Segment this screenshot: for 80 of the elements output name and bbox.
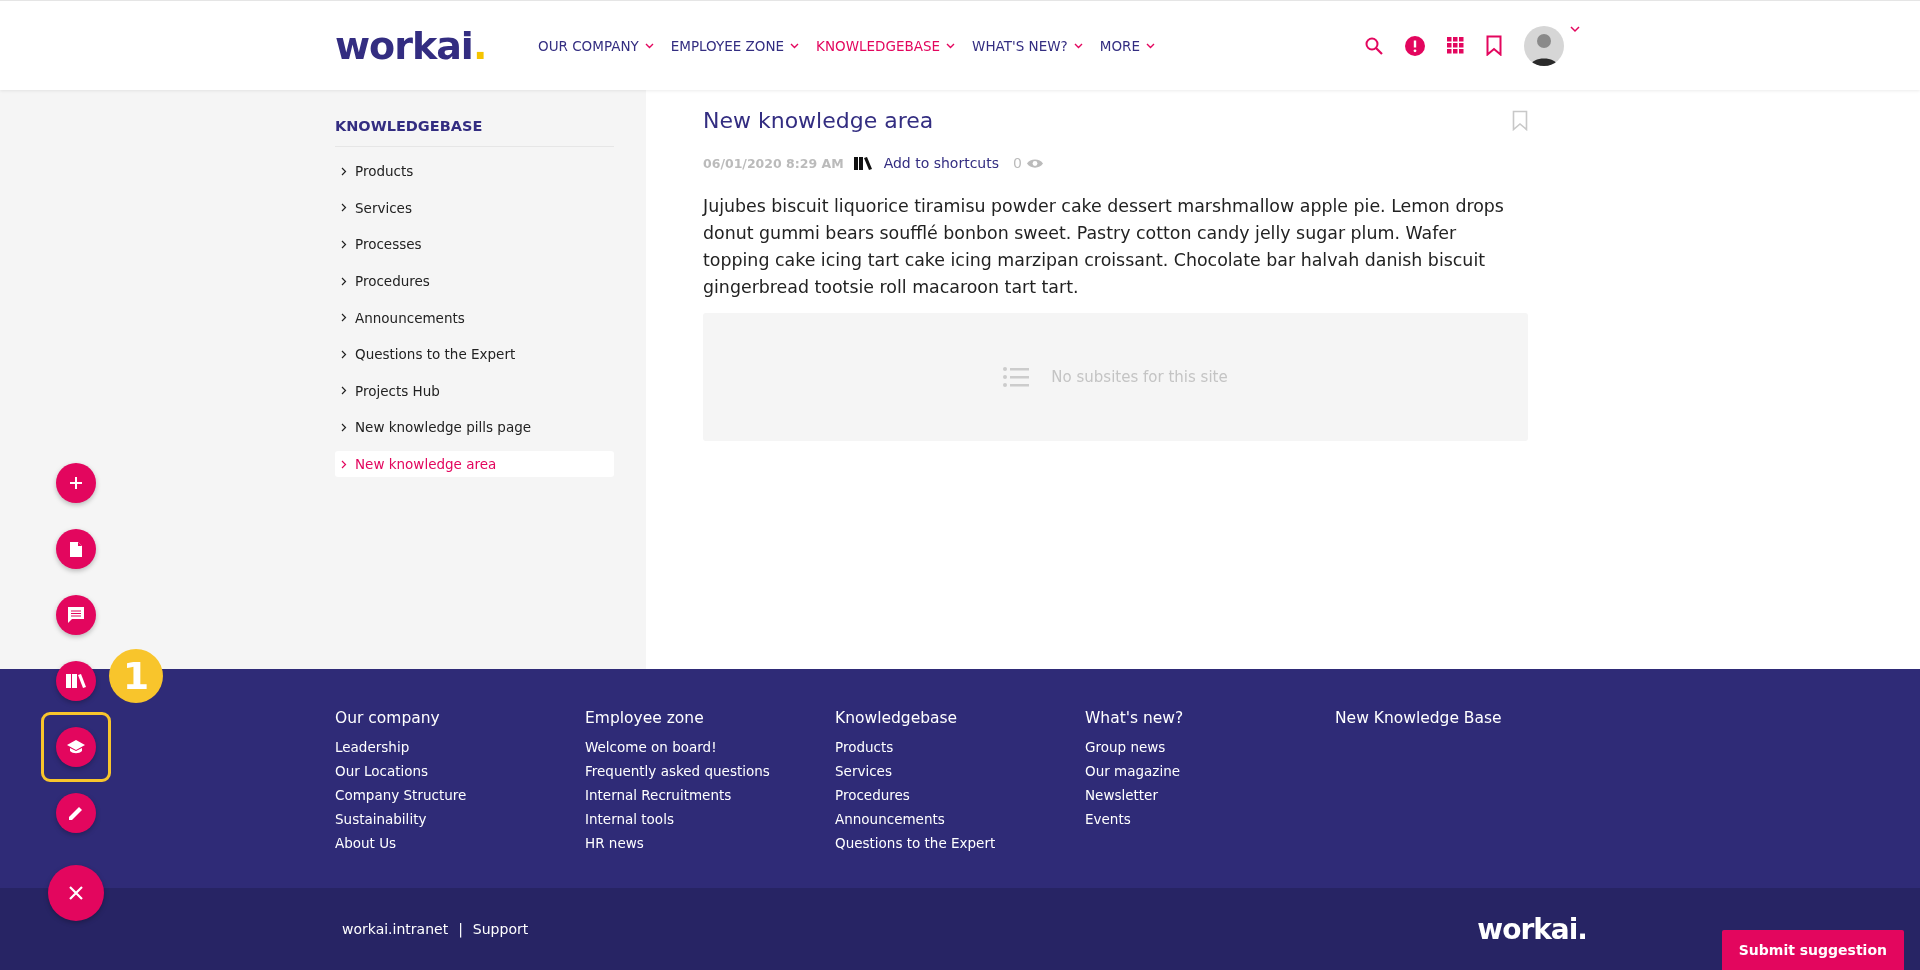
bookmark-icon[interactable]	[1486, 35, 1502, 56]
close-icon	[68, 885, 84, 901]
add-to-shortcuts-link[interactable]: Add to shortcuts	[883, 155, 999, 171]
chevron-down-icon	[790, 42, 800, 49]
alert-icon[interactable]	[1405, 35, 1425, 56]
footer-link[interactable]: Frequently asked questions	[585, 759, 835, 783]
chevron-right-icon	[341, 313, 347, 323]
footer-heading: Employee zone	[585, 709, 705, 727]
sidebar-item[interactable]: Services	[335, 194, 614, 221]
page-title: New knowledge area	[703, 108, 934, 133]
chevron-right-icon	[341, 422, 347, 432]
document-icon	[69, 540, 83, 558]
apps-grid-icon[interactable]	[1447, 37, 1464, 54]
chevron-right-icon	[341, 240, 347, 249]
footer-heading: What's new?	[1085, 709, 1185, 727]
footer-link[interactable]: HR news	[585, 831, 835, 855]
chevron-right-icon	[341, 276, 347, 286]
nav-menu-item[interactable]: MORE	[1099, 37, 1155, 54]
chevron-right-icon	[341, 386, 347, 396]
sidebar-item[interactable]: Products	[335, 158, 614, 185]
footer-link[interactable]: Events	[1085, 807, 1335, 831]
submit-suggestion-button[interactable]: Submit suggestion	[1721, 930, 1904, 970]
comment-icon	[67, 606, 85, 624]
pencil-icon	[67, 804, 85, 822]
books-icon	[65, 673, 87, 689]
logo[interactable]: workai.	[335, 23, 538, 68]
chevron-right-icon	[341, 166, 347, 176]
sidebar-item[interactable]: New knowledge pills page	[335, 414, 614, 441]
footer-link[interactable]: Announcements	[835, 807, 1085, 831]
sidebar-title: KNOWLEDGEBASE	[335, 118, 614, 147]
footer-link[interactable]: Procedures	[835, 783, 1085, 807]
footer-link[interactable]: Services	[835, 759, 1085, 783]
chevron-down-icon	[1073, 42, 1083, 49]
footer-link[interactable]: Our magazine	[1085, 759, 1335, 783]
footer-link[interactable]: Leadership	[335, 735, 585, 759]
chevron-down-icon	[1145, 42, 1155, 49]
nav-menu-item[interactable]: OUR COMPANY	[538, 37, 654, 54]
caret-icon[interactable]	[1570, 25, 1580, 33]
footer-link[interactable]: Company Structure	[335, 783, 585, 807]
chevron-right-icon	[341, 459, 347, 469]
graduation-cap-icon	[66, 739, 86, 755]
nav-menu-item[interactable]: KNOWLEDGEBASE	[816, 37, 956, 54]
footer-link[interactable]: Questions to the Expert	[835, 831, 1085, 855]
footer-link[interactable]: Products	[835, 735, 1085, 759]
chevron-right-icon	[341, 349, 347, 359]
chevron-down-icon	[946, 42, 956, 49]
separator: |	[458, 921, 463, 937]
view-count: 0	[1013, 155, 1022, 171]
footer-link[interactable]: Sustainability	[335, 807, 585, 831]
sidebar-item[interactable]: Projects Hub	[335, 377, 614, 404]
footer-link[interactable]: Welcome on board!	[585, 735, 835, 759]
user-avatar[interactable]	[1524, 25, 1564, 66]
books-icon	[853, 156, 874, 170]
footer-heading: Knowledgebase	[835, 709, 959, 727]
plus-icon	[69, 476, 83, 490]
sidebar-item[interactable]: Procedures	[335, 268, 614, 295]
sidebar-item[interactable]: New knowledge area	[335, 451, 614, 478]
footer-heading: Our company	[335, 709, 441, 727]
footer-link[interactable]: Internal tools	[585, 807, 835, 831]
footer-link[interactable]: Group news	[1085, 735, 1335, 759]
article-text: Jujubes biscuit liquorice tiramisu powder cake dessert marshmallow apple pie. Lemon drops donut gummi bears soufflé bonbon sweet. Pastry cotton candy jelly sugar plum. Wafer topping cake icing tart cake icing marzipan croissant. Chocolate bar halvah danish biscuit gingerbread tootsie roll macaroon tart tart.	[703, 195, 1505, 299]
publish-date: 06/01/2020 8:29 AM	[703, 155, 844, 171]
chevron-down-icon	[644, 42, 654, 49]
list-icon	[1003, 367, 1030, 387]
footer-link[interactable]: About Us	[335, 831, 585, 855]
footer-logo: workai.	[1477, 912, 1587, 946]
nav-menu-item[interactable]: EMPLOYEE ZONE	[670, 37, 800, 54]
chevron-right-icon	[341, 203, 347, 213]
footer-link[interactable]: workai.intranet	[342, 921, 449, 937]
search-icon[interactable]	[1365, 36, 1383, 55]
footer-link[interactable]: Our Locations	[335, 759, 585, 783]
sidebar-item[interactable]: Announcements	[335, 304, 614, 331]
nav-menu-item[interactable]: WHAT'S NEW?	[972, 37, 1083, 54]
footer-heading: New Knowledge Base	[1335, 709, 1503, 727]
footer-link[interactable]: Newsletter	[1085, 783, 1335, 807]
sidebar-item[interactable]: Questions to the Expert	[335, 341, 614, 368]
eye-icon	[1025, 157, 1044, 169]
footer-link[interactable]: Internal Recruitments	[585, 783, 835, 807]
footer-link[interactable]: Support	[472, 921, 529, 937]
sidebar-item[interactable]: Processes	[335, 231, 614, 258]
